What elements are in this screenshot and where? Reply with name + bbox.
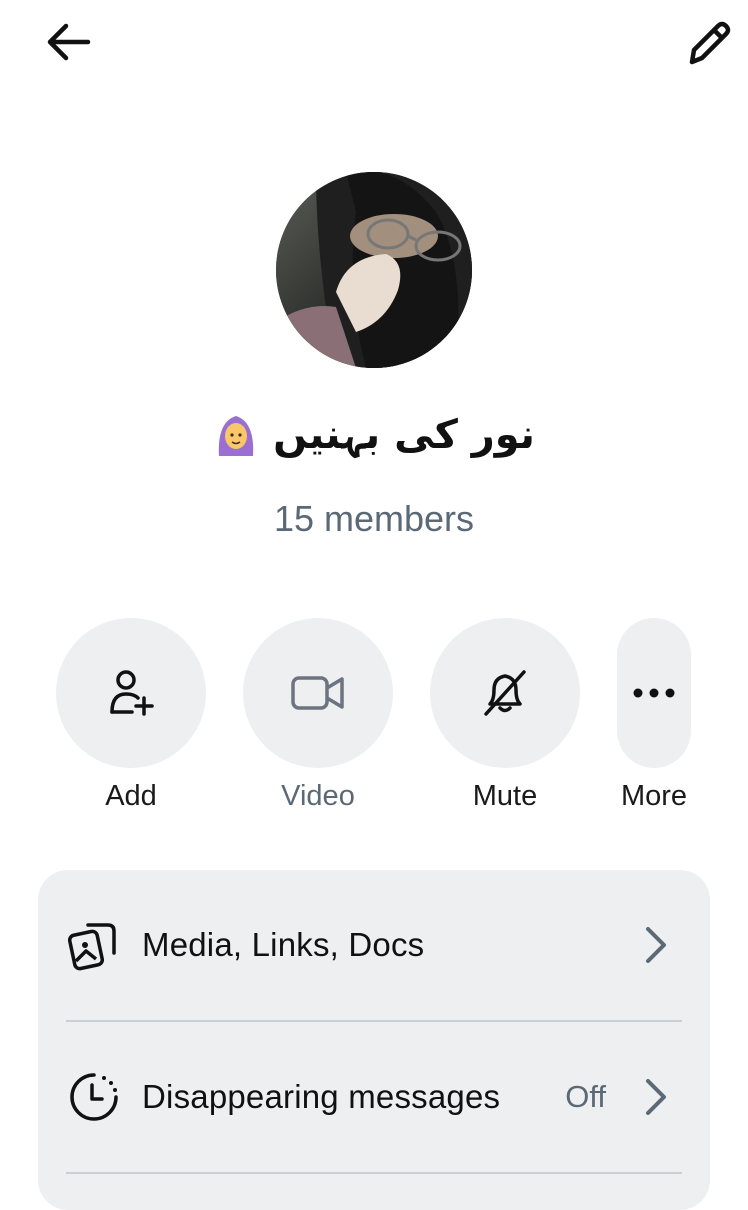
video-button[interactable] [243,618,393,768]
more-button[interactable] [617,618,691,768]
media-links-docs-row[interactable]: Media, Links, Docs [38,870,710,1020]
disappearing-messages-row[interactable]: Disappearing messages Off [38,1022,710,1172]
timer-icon [70,1073,118,1121]
back-button[interactable] [40,18,96,66]
divider [66,1172,682,1174]
disappearing-messages-value: Off [565,1079,606,1114]
mute-button[interactable] [430,618,580,768]
pencil-icon [689,21,731,65]
arrow-left-icon [47,23,91,61]
member-count[interactable]: 15 members [0,498,748,540]
edit-button[interactable] [680,16,738,70]
woman-with-headscarf-emoji [213,412,259,458]
media-links-docs-label: Media, Links, Docs [142,926,425,963]
add-person-icon [110,670,154,716]
avatar-photo [276,172,472,368]
more-label: More [620,780,688,812]
group-avatar[interactable] [276,172,472,368]
more-dots-icon [633,688,675,698]
mute-action: Mute [430,618,580,813]
group-name-row: نور کی بہنیں [0,412,748,458]
video-action: Video [243,618,393,813]
video-camera-icon [291,676,344,710]
top-bar [0,0,748,90]
group-name: نور کی بہنیں [273,412,535,458]
mute-label: Mute [472,780,538,812]
chevron-right-icon [646,1079,666,1115]
add-button[interactable] [56,618,206,768]
settings-card: Media, Links, Docs Disappearing messages… [38,870,710,1210]
bell-off-icon [484,670,526,716]
media-gallery-icon [68,923,116,971]
add-label: Add [105,780,157,812]
disappearing-messages-label: Disappearing messages [142,1078,501,1115]
chevron-right-icon [646,927,666,963]
add-action: Add [56,618,206,813]
more-action: More [617,618,691,813]
video-label: Video [281,780,355,812]
